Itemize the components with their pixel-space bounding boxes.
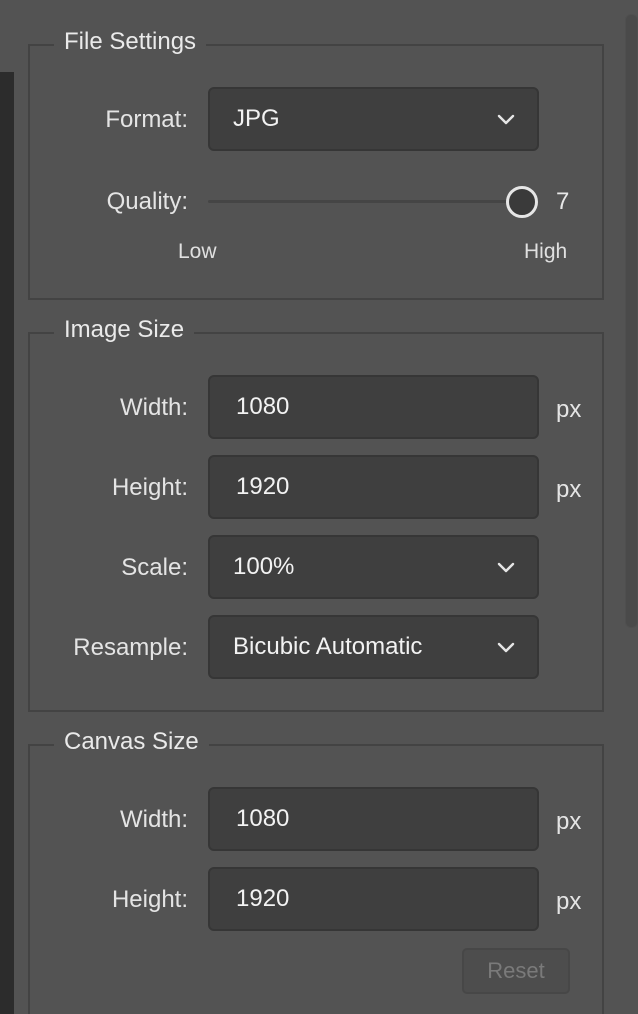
chevron-down-icon: [497, 642, 515, 653]
file-settings-title: File Settings: [54, 28, 207, 56]
format-select[interactable]: JPG: [208, 87, 539, 151]
quality-label: Quality:: [106, 188, 188, 215]
reset-button-label: Reset: [487, 958, 545, 983]
scale-value: 100%: [233, 553, 295, 580]
scrollbar[interactable]: [625, 14, 638, 628]
format-value: JPG: [233, 105, 280, 132]
quality-slider-thumb[interactable]: [506, 186, 538, 218]
quality-high-label: High: [524, 240, 568, 263]
canvas-preview-edge: [0, 72, 14, 1014]
chevron-down-icon: [497, 114, 515, 125]
scale-select[interactable]: 100%: [208, 535, 539, 599]
image-width-unit: px: [556, 396, 582, 423]
quality-value: 7: [556, 188, 570, 215]
resample-select[interactable]: Bicubic Automatic: [208, 615, 539, 679]
left-ledge: [0, 0, 14, 72]
canvas-height-label: Height:: [111, 886, 188, 913]
format-label: Format:: [105, 106, 188, 133]
image-width-input[interactable]: 1080: [208, 375, 539, 439]
canvas-width-value: 1080: [236, 805, 290, 832]
chevron-down-icon: [497, 562, 515, 573]
file-settings-group: File Settings Format: JPG Quality: 7 Low…: [28, 28, 604, 300]
resample-label: Resample:: [73, 634, 188, 661]
image-width-label: Width:: [119, 394, 188, 421]
quality-low-label: Low: [178, 240, 217, 263]
image-height-input[interactable]: 1920: [208, 455, 539, 519]
image-size-group: Image Size Width: 1080 px Height: 1920 p…: [28, 316, 604, 712]
canvas-height-value: 1920: [236, 885, 290, 912]
resample-value: Bicubic Automatic: [233, 633, 423, 660]
export-settings-panel: File Settings Format: JPG Quality: 7 Low…: [0, 0, 638, 1014]
image-width-value: 1080: [236, 393, 290, 420]
canvas-height-unit: px: [556, 888, 582, 915]
scale-label: Scale:: [121, 554, 188, 581]
quality-slider-track[interactable]: [208, 200, 508, 203]
canvas-size-group: Canvas Size Width: 1080 px Height: 1920 …: [28, 728, 604, 1014]
canvas-size-title: Canvas Size: [54, 728, 209, 756]
canvas-width-label: Width:: [119, 806, 188, 833]
image-height-value: 1920: [236, 473, 290, 500]
canvas-width-input[interactable]: 1080: [208, 787, 539, 851]
image-size-title: Image Size: [54, 316, 195, 344]
reset-button[interactable]: Reset: [462, 948, 570, 994]
canvas-height-input[interactable]: 1920: [208, 867, 539, 931]
canvas-width-unit: px: [556, 808, 582, 835]
image-height-unit: px: [556, 476, 582, 503]
image-height-label: Height:: [111, 474, 188, 501]
